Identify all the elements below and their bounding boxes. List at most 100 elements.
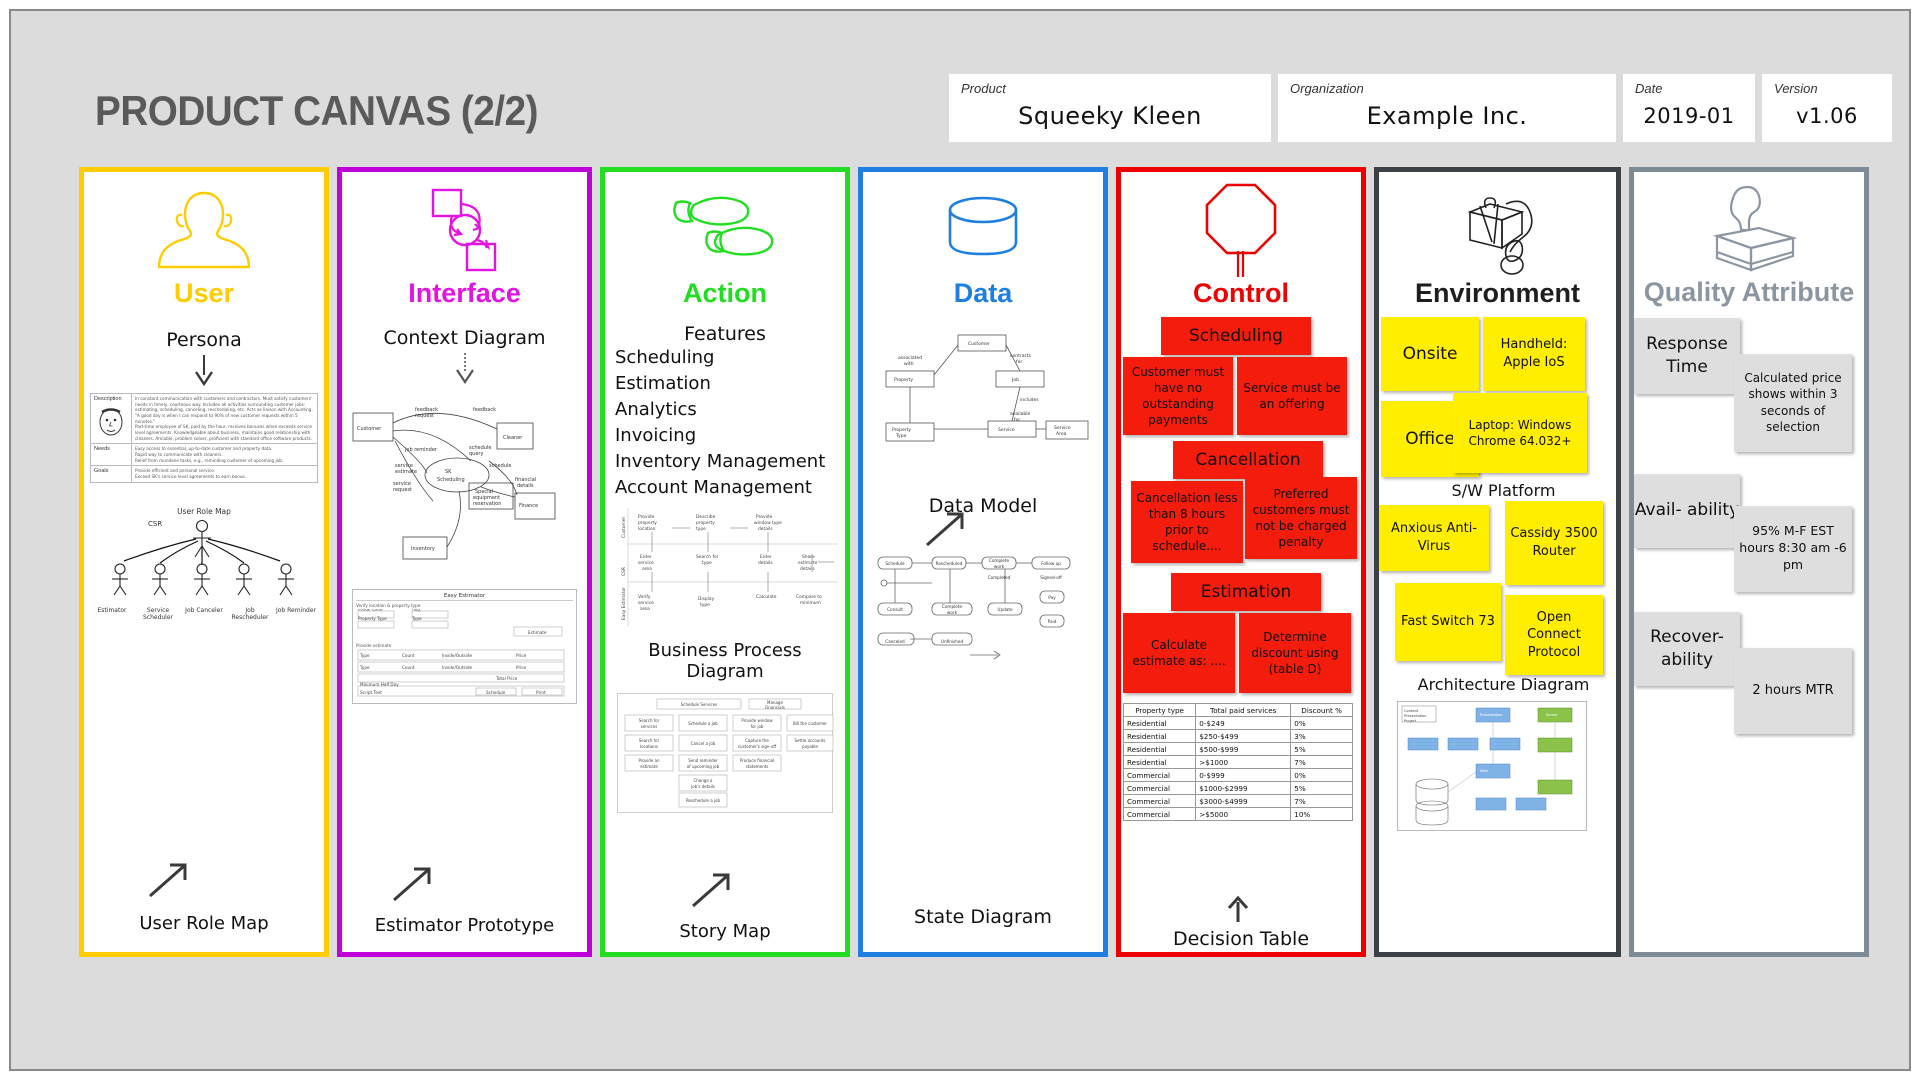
svg-text:Enter: Enter [760, 554, 772, 560]
cell: 0-$999 [1195, 768, 1292, 782]
svg-text:Property Type: Property Type [358, 616, 387, 621]
control-group-heading[interactable]: Cancellation [1173, 441, 1323, 479]
svg-text:Provide window: Provide window [741, 718, 773, 723]
svg-text:customer's sign-off: customer's sign-off [738, 744, 777, 749]
svg-text:details: details [517, 483, 534, 489]
environment-note[interactable]: Cassidy 3500 Router [1505, 501, 1603, 585]
quality-name-note[interactable]: Avail- ability [1634, 473, 1740, 548]
cell: 7% [1290, 755, 1353, 769]
business-process-diagram-caption: Business Process Diagram [648, 639, 802, 683]
estimator-prototype-sketch: Easy Estimator Verify location & propert… [352, 589, 577, 705]
table-row: Commercial $3000-$4999 7% [1122, 794, 1353, 808]
user-role-map-caption: User Role Map [139, 913, 269, 934]
date-field[interactable]: Date 2019-01 [1623, 74, 1755, 142]
svg-text:with: with [904, 361, 914, 367]
cell: 5% [1290, 781, 1353, 795]
svg-text:Share: Share [802, 554, 815, 560]
svg-text:SK: SK [445, 469, 452, 475]
product-field[interactable]: Product Squeeky Kleen [949, 74, 1271, 142]
data-model-sketch: Customer Property Job PropertyType Servi… [885, 334, 1089, 442]
svg-text:Type: Type [359, 653, 370, 658]
svg-text:Settle accounts: Settle accounts [795, 738, 826, 743]
svg-text:Customer: Customer [968, 341, 990, 347]
environment-note[interactable]: Fast Switch 73 [1395, 583, 1501, 661]
svg-text:Property: Property [892, 427, 911, 433]
cell: 3% [1290, 729, 1353, 743]
svg-text:available: available [1010, 411, 1031, 417]
svg-text:Script Text: Script Text [360, 690, 382, 695]
prototype-title: Easy Estimator [356, 593, 573, 601]
version-field[interactable]: Version v1.06 [1762, 74, 1892, 142]
version-value: v1.06 [1796, 104, 1858, 129]
svg-text:Provide an: Provide an [638, 758, 660, 763]
cell: Commercial [1122, 781, 1197, 795]
svg-text:Server: Server [1546, 713, 1558, 717]
list-item: Account Management [615, 477, 812, 499]
svg-text:estimate: estimate [395, 469, 417, 475]
column-environment[interactable]: Environment Onsite Handheld: Apple IoS O… [1374, 167, 1621, 957]
column-data[interactable]: Data Customer Property Job Property Type… [858, 167, 1108, 957]
svg-text:for: for [1014, 417, 1020, 423]
footprints-icon [605, 172, 845, 280]
control-note[interactable]: Determine discount using (table D) [1239, 613, 1351, 693]
svg-text:CSR: CSR [621, 567, 627, 576]
column-header: Property type [1122, 703, 1197, 717]
control-note[interactable]: Cancellation less than 8 hours prior to … [1131, 481, 1243, 563]
persona-row-key: Goals [90, 465, 132, 483]
column-action[interactable]: Action Features Scheduling Estimation An… [600, 167, 850, 957]
environment-note[interactable]: Handheld: Apple IoS [1483, 317, 1585, 391]
svg-text:Price: Price [516, 665, 527, 670]
quality-value-note[interactable]: Calculated price shows within 3 seconds … [1734, 353, 1852, 452]
column-body-control: Scheduling Customer must have no outstan… [1121, 315, 1361, 952]
quality-name-note[interactable]: Recover- ability [1634, 611, 1740, 686]
canvas-footer: cc ↑ $ ↺ cc BY NC SA This work is licens… [9, 939, 1911, 1071]
cell: Residential [1122, 729, 1197, 743]
svg-text:Schedule Services: Schedule Services [681, 702, 718, 707]
arrow-down-icon [455, 353, 474, 384]
control-group-heading[interactable]: Scheduling [1161, 317, 1311, 355]
context-diagram-caption: Context Diagram [383, 327, 546, 349]
role-label: Service Scheduler [142, 606, 174, 622]
environment-note[interactable]: Open Connect Protocol [1505, 595, 1603, 675]
architecture-diagram-sketch: Content Presentation Project Presentation … [1397, 701, 1587, 831]
organization-field[interactable]: Organization Example Inc. [1278, 74, 1616, 142]
cell: $250-$499 [1195, 729, 1292, 743]
svg-text:type: type [696, 526, 706, 532]
environment-note[interactable]: Laptop: Windows Chrome 64.032+ [1453, 393, 1587, 473]
cell: >$5000 [1195, 807, 1292, 821]
svg-text:Follow up: Follow up [1041, 561, 1061, 566]
control-note[interactable]: Customer must have no outstanding paymen… [1123, 357, 1233, 435]
column-control[interactable]: Control Scheduling Customer must have no… [1116, 167, 1366, 957]
context-diagram-sketch: Customer Cleaner Finance Specialequipmen… [352, 407, 555, 560]
date-value: 2019-01 [1643, 104, 1735, 129]
canvas-columns: User Persona Description In constant com… [79, 167, 1869, 957]
story-map-sketch: Schedule Services Manage Financials Search… [617, 692, 834, 813]
column-user[interactable]: User Persona Description In constant com… [79, 167, 329, 957]
table-row: Commercial 0-$999 0% [1122, 768, 1353, 782]
control-note[interactable]: Service must be an offering [1237, 357, 1347, 435]
environment-note[interactable]: Anxious Anti-Virus [1379, 505, 1489, 571]
column-interface[interactable]: Interface Context Diagram Customer Clean… [337, 167, 592, 957]
svg-text:work: work [994, 564, 1005, 569]
control-note[interactable]: Preferred customers must not be charged … [1245, 477, 1357, 559]
organization-value: Example Inc. [1366, 102, 1528, 131]
svg-text:Customer: Customer [357, 426, 382, 432]
control-group-heading[interactable]: Estimation [1171, 573, 1321, 611]
environment-note[interactable]: Onsite [1381, 317, 1479, 391]
column-quality-attribute[interactable]: Quality Attribute Response Time Calculat… [1629, 167, 1869, 957]
state-diagram-caption: State Diagram [914, 906, 1052, 928]
database-cylinder-icon [863, 172, 1103, 280]
quality-value-note[interactable]: 2 hours MTR [1734, 647, 1852, 734]
quality-value-note[interactable]: 95% M-F EST hours 8:30 am -6 pm [1734, 505, 1852, 592]
quality-name-note[interactable]: Response Time [1634, 317, 1740, 394]
persona-row-key: Description [94, 396, 122, 402]
svg-text:Count: Count [402, 665, 415, 670]
svg-text:Update: Update [997, 607, 1013, 612]
column-body-interface: Context Diagram Customer Cleaner Finance… [342, 315, 587, 952]
svg-text:reservation: reservation [473, 501, 501, 507]
svg-text:Presentation: Presentation [1404, 714, 1427, 718]
svg-text:Minimum Half Day: Minimum Half Day [360, 682, 399, 687]
column-title-control: Control [1193, 278, 1289, 308]
list-item: Estimation [615, 373, 711, 395]
control-note[interactable]: Calculate estimate as: .... [1123, 613, 1235, 693]
